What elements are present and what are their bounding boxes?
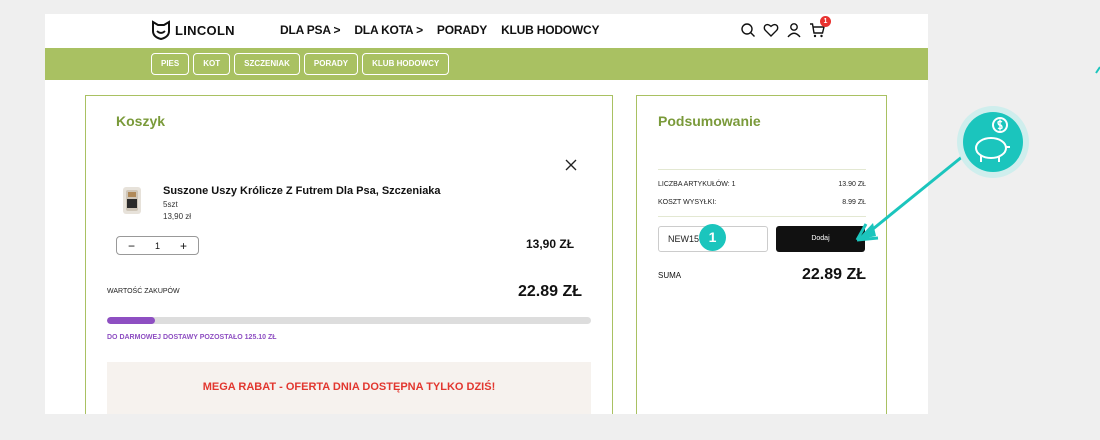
cart-panel: Koszyk Suszone Uszy Królicze Z Futrem Dl… bbox=[85, 95, 613, 414]
main-nav: DLA PSA > DLA KOTA > PORADY KLUB HODOWCY bbox=[280, 23, 600, 37]
step-number-badge: 1 bbox=[699, 224, 726, 251]
cart-icon[interactable]: 1 bbox=[809, 16, 831, 38]
category-pill-klub-hodowcy[interactable]: KLUB HODOWCY bbox=[362, 53, 450, 75]
category-pill-pies[interactable]: PIES bbox=[151, 53, 190, 75]
cart-count-badge: 1 bbox=[820, 16, 831, 27]
user-icon[interactable] bbox=[786, 22, 802, 38]
summary-panel: Podsumowanie LICZBA ARTYKUŁÓW: 1 13.90 Z… bbox=[636, 95, 887, 414]
decorative-mark bbox=[1095, 66, 1100, 74]
quantity-stepper: − 1 + bbox=[116, 236, 199, 255]
chevron-right-icon: > bbox=[333, 23, 341, 37]
total-value: 22.89 ZŁ bbox=[801, 266, 866, 283]
product-pack-size: 5szt bbox=[163, 200, 178, 209]
shipping-cost-value: 8.99 ZŁ bbox=[842, 199, 866, 206]
category-bar: PIES KOT SZCZENIAK PORADY KLUB HODOWCY bbox=[45, 48, 928, 80]
free-shipping-progress bbox=[107, 317, 591, 324]
category-pill-szczeniak[interactable]: SZCZENIAK bbox=[234, 53, 300, 75]
cart-title: Koszyk bbox=[116, 113, 166, 129]
product-name[interactable]: Suszone Uszy Królicze Z Futrem Dla Psa, … bbox=[163, 185, 441, 197]
site-header: LINCOLN DLA PSA > DLA KOTA > PORADY KLUB… bbox=[45, 14, 928, 48]
line-total: 13,90 ZŁ bbox=[526, 237, 575, 251]
promo-text: MEGA RABAT - OFERTA DNIA DOSTĘPNA TYLKO … bbox=[202, 381, 496, 393]
remove-item-icon[interactable] bbox=[564, 158, 578, 172]
nav-item-dla-psa[interactable]: DLA PSA > bbox=[280, 23, 341, 37]
increase-quantity-button[interactable]: + bbox=[180, 240, 187, 252]
items-count-label: LICZBA ARTYKUŁÓW: 1 bbox=[658, 181, 736, 188]
browser-viewport: LINCOLN DLA PSA > DLA KOTA > PORADY KLUB… bbox=[45, 14, 928, 414]
cat-shield-icon bbox=[152, 20, 170, 40]
items-total-value: 13.90 ZŁ bbox=[838, 181, 866, 188]
product-unit-price: 13,90 zł bbox=[163, 212, 192, 221]
divider bbox=[658, 216, 866, 217]
purchase-value-label: WARTOŚĆ ZAKUPÓW bbox=[107, 288, 180, 295]
purchase-value: 22.89 ZŁ bbox=[518, 283, 583, 300]
summary-title: Podsumowanie bbox=[658, 113, 761, 129]
nav-item-klub-hodowcy[interactable]: KLUB HODOWCY bbox=[501, 23, 599, 37]
apply-coupon-button[interactable]: Dodaj bbox=[776, 226, 865, 252]
header-actions: 1 bbox=[740, 16, 831, 38]
decrease-quantity-button[interactable]: − bbox=[128, 240, 135, 252]
free-shipping-note: DO DARMOWEJ DOSTAWY POZOSTAŁO 125.10 ZŁ bbox=[107, 334, 277, 341]
summary-shipping-row: KOSZT WYSYŁKI: 8.99 ZŁ bbox=[658, 199, 866, 206]
total-label: SUMA bbox=[658, 271, 682, 280]
piggy-bank-icon bbox=[957, 106, 1029, 178]
category-pill-kot[interactable]: KOT bbox=[193, 53, 231, 75]
divider bbox=[658, 169, 866, 170]
chevron-right-icon: > bbox=[416, 23, 423, 37]
product-thumbnail[interactable] bbox=[123, 187, 141, 214]
nav-item-dla-kota[interactable]: DLA KOTA > bbox=[354, 23, 423, 37]
logo-text: LINCOLN bbox=[175, 22, 235, 38]
logo[interactable]: LINCOLN bbox=[151, 20, 235, 40]
heart-icon[interactable] bbox=[763, 22, 779, 38]
promo-banner: MEGA RABAT - OFERTA DNIA DOSTĘPNA TYLKO … bbox=[107, 362, 591, 414]
quantity-value[interactable]: 1 bbox=[155, 241, 160, 251]
category-pill-porady[interactable]: PORADY bbox=[303, 53, 359, 75]
shipping-cost-label: KOSZT WYSYŁKI: bbox=[658, 199, 717, 206]
free-shipping-progress-fill bbox=[107, 317, 156, 324]
search-icon[interactable] bbox=[740, 22, 756, 38]
nav-item-porady[interactable]: PORADY bbox=[437, 23, 487, 37]
summary-items-row: LICZBA ARTYKUŁÓW: 1 13.90 ZŁ bbox=[658, 181, 866, 188]
